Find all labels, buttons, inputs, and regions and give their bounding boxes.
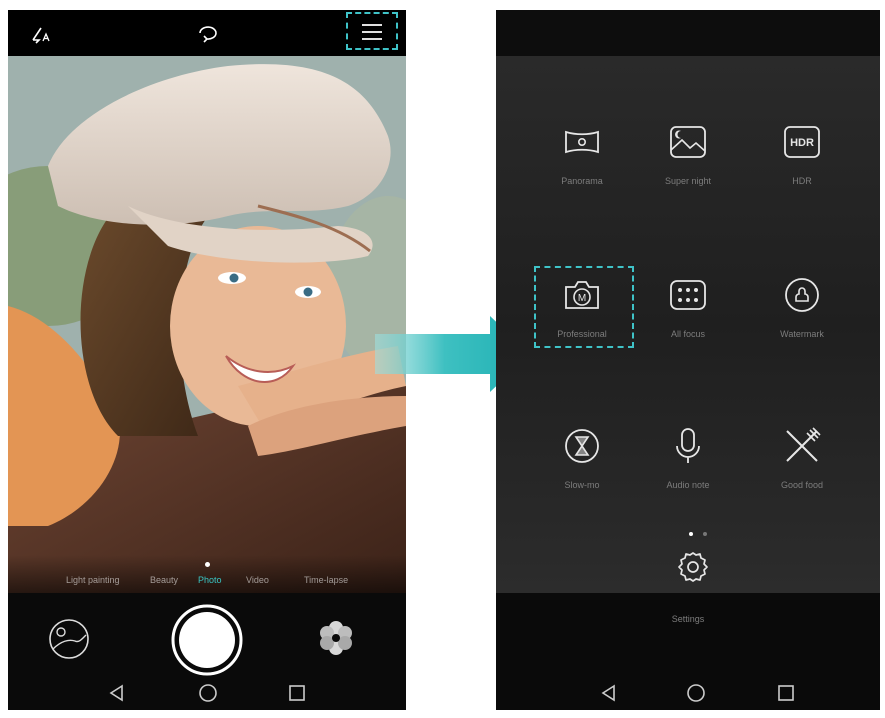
mode-slow-mo[interactable]: Slow-mo xyxy=(526,426,638,526)
recents-icon[interactable] xyxy=(777,684,795,702)
mode-label: All focus xyxy=(670,329,705,339)
settings-label[interactable]: Settings xyxy=(496,614,880,624)
gallery-thumbnail-icon[interactable] xyxy=(47,617,91,661)
recents-icon[interactable] xyxy=(288,684,306,702)
mode-indicator-dot xyxy=(205,562,210,567)
mode-hdr[interactable]: HDR HDR xyxy=(746,122,858,222)
mode-time-lapse[interactable]: Time-lapse xyxy=(304,575,348,585)
modes-top-bar xyxy=(496,10,880,56)
flash-auto-icon[interactable] xyxy=(30,24,54,44)
hamburger-menu-icon[interactable] xyxy=(360,22,384,42)
mode-label: Slow-mo xyxy=(564,480,600,490)
mode-strip: Light painting Beauty Photo Video Time-l… xyxy=(8,555,406,593)
camera-viewfinder-screen: Light painting Beauty Photo Video Time-l… xyxy=(8,10,406,710)
page-dot xyxy=(703,532,708,536)
mode-panorama[interactable]: Panorama xyxy=(526,122,638,222)
camera-modes-screen: Panorama Super night HDR HDR M Professio… xyxy=(496,10,880,710)
hdr-icon: HDR xyxy=(784,126,820,158)
slow-mo-icon xyxy=(565,429,599,463)
all-focus-icon xyxy=(670,280,706,310)
settings-gear-icon[interactable] xyxy=(676,550,710,584)
professional-icon-text: M xyxy=(578,293,586,304)
viewfinder-photo[interactable]: Light painting Beauty Photo Video Time-l… xyxy=(8,56,406,593)
mode-good-food[interactable]: Good food xyxy=(746,426,858,526)
mode-light-painting[interactable]: Light painting xyxy=(66,575,120,585)
mode-professional[interactable]: M Professional xyxy=(526,275,638,375)
hdr-icon-text: HDR xyxy=(790,137,814,149)
home-icon[interactable] xyxy=(686,683,706,703)
super-night-icon xyxy=(670,126,706,158)
home-icon[interactable] xyxy=(198,683,218,703)
mode-label: Professional xyxy=(557,329,607,339)
portrait-image xyxy=(8,56,406,593)
mode-audio-note[interactable]: Audio note xyxy=(632,426,744,526)
professional-icon: M xyxy=(565,281,599,309)
audio-note-icon xyxy=(676,428,700,463)
camera-top-bar xyxy=(8,10,406,56)
mode-label: Super night xyxy=(664,176,712,186)
mode-watermark[interactable]: Watermark xyxy=(746,275,858,375)
page-dot-active xyxy=(689,532,693,536)
back-icon[interactable] xyxy=(600,684,618,702)
mode-video[interactable]: Video xyxy=(246,575,269,585)
mode-label: Watermark xyxy=(780,329,824,339)
shutter-button[interactable] xyxy=(171,604,243,676)
watermark-icon xyxy=(785,278,819,312)
good-food-icon xyxy=(786,427,821,462)
mode-label: Audio note xyxy=(666,480,710,490)
modes-bottom-bar xyxy=(496,593,880,710)
mode-label: Good food xyxy=(780,480,824,490)
filter-flower-icon[interactable] xyxy=(316,618,356,658)
mode-photo[interactable]: Photo xyxy=(198,575,222,585)
mode-label: HDR xyxy=(792,176,812,186)
camera-bottom-bar xyxy=(8,593,406,710)
mode-label: Panorama xyxy=(561,176,603,186)
modes-grid: Panorama Super night HDR HDR M Professio… xyxy=(496,56,880,593)
back-icon[interactable] xyxy=(108,684,126,702)
page-indicator xyxy=(686,523,710,541)
mode-beauty[interactable]: Beauty xyxy=(150,575,178,585)
mode-all-focus[interactable]: All focus xyxy=(632,275,744,375)
switch-camera-icon[interactable] xyxy=(194,23,220,45)
panorama-icon xyxy=(565,130,599,154)
mode-super-night[interactable]: Super night xyxy=(632,122,744,222)
